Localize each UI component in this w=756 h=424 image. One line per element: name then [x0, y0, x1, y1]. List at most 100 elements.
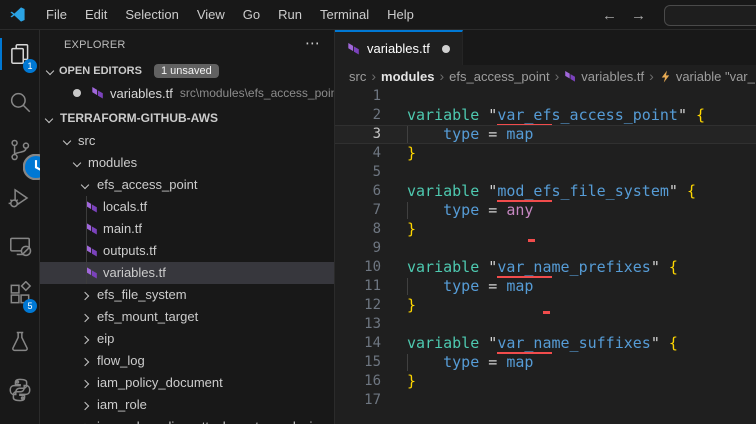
- code-line-17[interactable]: 17: [335, 391, 756, 410]
- activity-remote-explorer-button[interactable]: [0, 222, 40, 270]
- code-text: }: [407, 220, 417, 238]
- tree-item-iam-role-policy-attachments-exclusive[interactable]: iam_role_policy_attachments_exclusive: [40, 416, 334, 424]
- remote-explorer-icon: [7, 233, 33, 259]
- code-line-10[interactable]: 10 variable "var_name_prefixes" {: [335, 258, 756, 278]
- terraform-file-icon: [91, 86, 105, 100]
- error-mark: [528, 239, 535, 242]
- breadcrumb-modules[interactable]: modules: [381, 69, 434, 84]
- open-editors-header[interactable]: OPEN EDITORS 1 unsaved: [40, 60, 334, 82]
- activity-source-control-button[interactable]: [0, 126, 50, 181]
- line-number[interactable]: 6: [335, 182, 381, 201]
- code-line-1[interactable]: 1: [335, 87, 756, 106]
- activity-extensions-button[interactable]: 5: [0, 270, 40, 318]
- code-editor[interactable]: 1 2 variable "var_efs_access_point" {3 typ…: [335, 87, 756, 424]
- code-line-13[interactable]: 13: [335, 315, 756, 334]
- line-number[interactable]: 13: [335, 315, 381, 334]
- nav-forward-button[interactable]: →: [631, 7, 646, 24]
- tree-item-label: efs_access_point: [97, 177, 198, 192]
- chevron-right-icon: [80, 401, 90, 411]
- line-number[interactable]: 2: [335, 106, 381, 125]
- activity-python-button[interactable]: [0, 366, 40, 414]
- tree-item-eip[interactable]: eip: [40, 328, 334, 350]
- breadcrumb-variable-var[interactable]: variable "var_: [659, 69, 755, 84]
- line-number[interactable]: 8: [335, 220, 381, 239]
- tree-item-efs-access-point[interactable]: efs_access_point: [40, 174, 334, 196]
- code-text: type = map: [443, 125, 534, 143]
- tree-item-variables-tf[interactable]: variables.tf: [40, 262, 334, 284]
- activity-explorer-button[interactable]: 1: [0, 30, 40, 78]
- tree-item-outputs-tf[interactable]: outputs.tf: [40, 240, 334, 262]
- code-line-7[interactable]: 7 type = any: [335, 201, 756, 220]
- tree-item-iam-role[interactable]: iam_role: [40, 394, 334, 416]
- menu-selection[interactable]: Selection: [116, 4, 187, 26]
- code-line-9[interactable]: 9: [335, 239, 756, 258]
- menu-edit[interactable]: Edit: [76, 4, 116, 26]
- menu-go[interactable]: Go: [234, 4, 269, 26]
- line-number[interactable]: 5: [335, 163, 381, 182]
- line-number[interactable]: 3: [335, 125, 381, 144]
- indent-guide: [407, 202, 408, 219]
- menu-file[interactable]: File: [37, 4, 76, 26]
- line-number[interactable]: 14: [335, 334, 381, 353]
- menu-terminal[interactable]: Terminal: [311, 4, 378, 26]
- breadcrumb-efs-access-point[interactable]: efs_access_point: [449, 69, 549, 84]
- code-line-16[interactable]: 16}: [335, 372, 756, 391]
- line-number[interactable]: 15: [335, 353, 381, 372]
- menu-help[interactable]: Help: [378, 4, 423, 26]
- line-number[interactable]: 9: [335, 239, 381, 258]
- tree-item-efs-file-system[interactable]: efs_file_system: [40, 284, 334, 306]
- line-number[interactable]: 10: [335, 258, 381, 277]
- code-text: type = map: [443, 353, 534, 371]
- chevron-right-icon: [80, 291, 90, 301]
- tab-variables-tf[interactable]: variables.tf: [335, 30, 463, 65]
- activity-bar: 15: [0, 30, 50, 424]
- line-number[interactable]: 7: [335, 201, 381, 220]
- breadcrumb-label: modules: [381, 68, 435, 84]
- line-number[interactable]: 16: [335, 372, 381, 391]
- code-text: type = any: [443, 201, 534, 219]
- activity-testing-button[interactable]: [0, 318, 40, 366]
- line-number[interactable]: 17: [335, 391, 381, 410]
- line-number[interactable]: 4: [335, 144, 381, 163]
- open-editor-item[interactable]: variables.tf src\modules\efs_access_poin…: [40, 82, 334, 104]
- tree-item-flow-log[interactable]: flow_log: [40, 350, 334, 372]
- command-center[interactable]: [664, 5, 756, 26]
- code-line-15[interactable]: 15 type = map: [335, 353, 756, 372]
- indent-guide: [407, 278, 408, 295]
- more-actions-button[interactable]: ⋯: [305, 34, 320, 52]
- code-line-6[interactable]: 6 variable "mod_efs_file_system" {: [335, 182, 756, 202]
- search-icon: [7, 89, 33, 115]
- tree-item-terraform-github-aws[interactable]: TERRAFORM-GITHUB-AWS: [40, 108, 334, 130]
- code-line-3[interactable]: 3 type = map: [335, 125, 756, 144]
- chevron-right-icon: [80, 313, 90, 323]
- line-number[interactable]: 1: [335, 87, 381, 106]
- tree-item-iam-policy-document[interactable]: iam_policy_document: [40, 372, 334, 394]
- activity-search-button[interactable]: [0, 78, 40, 126]
- code-text: variable "var_efs_access_point" {: [407, 106, 706, 126]
- nav-back-button[interactable]: ←: [602, 7, 617, 24]
- code-line-2[interactable]: 2 variable "var_efs_access_point" {: [335, 106, 756, 126]
- terraform-icon: [564, 70, 577, 83]
- breadcrumb-variables-tf[interactable]: variables.tf: [564, 69, 644, 84]
- code-line-14[interactable]: 14 variable "var_name_suffixes" {: [335, 334, 756, 354]
- chevron-right-icon: [80, 379, 90, 389]
- code-line-11[interactable]: 11 type = map: [335, 277, 756, 296]
- menu-run[interactable]: Run: [269, 4, 311, 26]
- code-line-4[interactable]: 4}: [335, 144, 756, 163]
- tree-item-locals-tf[interactable]: locals.tf: [40, 196, 334, 218]
- tree-item-modules[interactable]: modules: [40, 152, 334, 174]
- breadcrumb-separator: ›: [554, 68, 560, 84]
- activity-run-and-debug-button[interactable]: [0, 174, 40, 222]
- breadcrumb-label: variables.tf: [581, 68, 645, 84]
- explorer-sidebar: EXPLORER ⋯ OPEN EDITORS 1 unsaved variab…: [40, 30, 335, 424]
- code-line-5[interactable]: 5: [335, 163, 756, 182]
- tree-item-src[interactable]: src: [40, 130, 334, 152]
- breadcrumb-src[interactable]: src: [349, 69, 366, 84]
- chevron-down-icon: [45, 66, 55, 76]
- tree-item-main-tf[interactable]: main.tf: [40, 218, 334, 240]
- line-number[interactable]: 11: [335, 277, 381, 296]
- menu-view[interactable]: View: [188, 4, 234, 26]
- tree-item-efs-mount-target[interactable]: efs_mount_target: [40, 306, 334, 328]
- line-number[interactable]: 12: [335, 296, 381, 315]
- code-line-8[interactable]: 8}: [335, 220, 756, 239]
